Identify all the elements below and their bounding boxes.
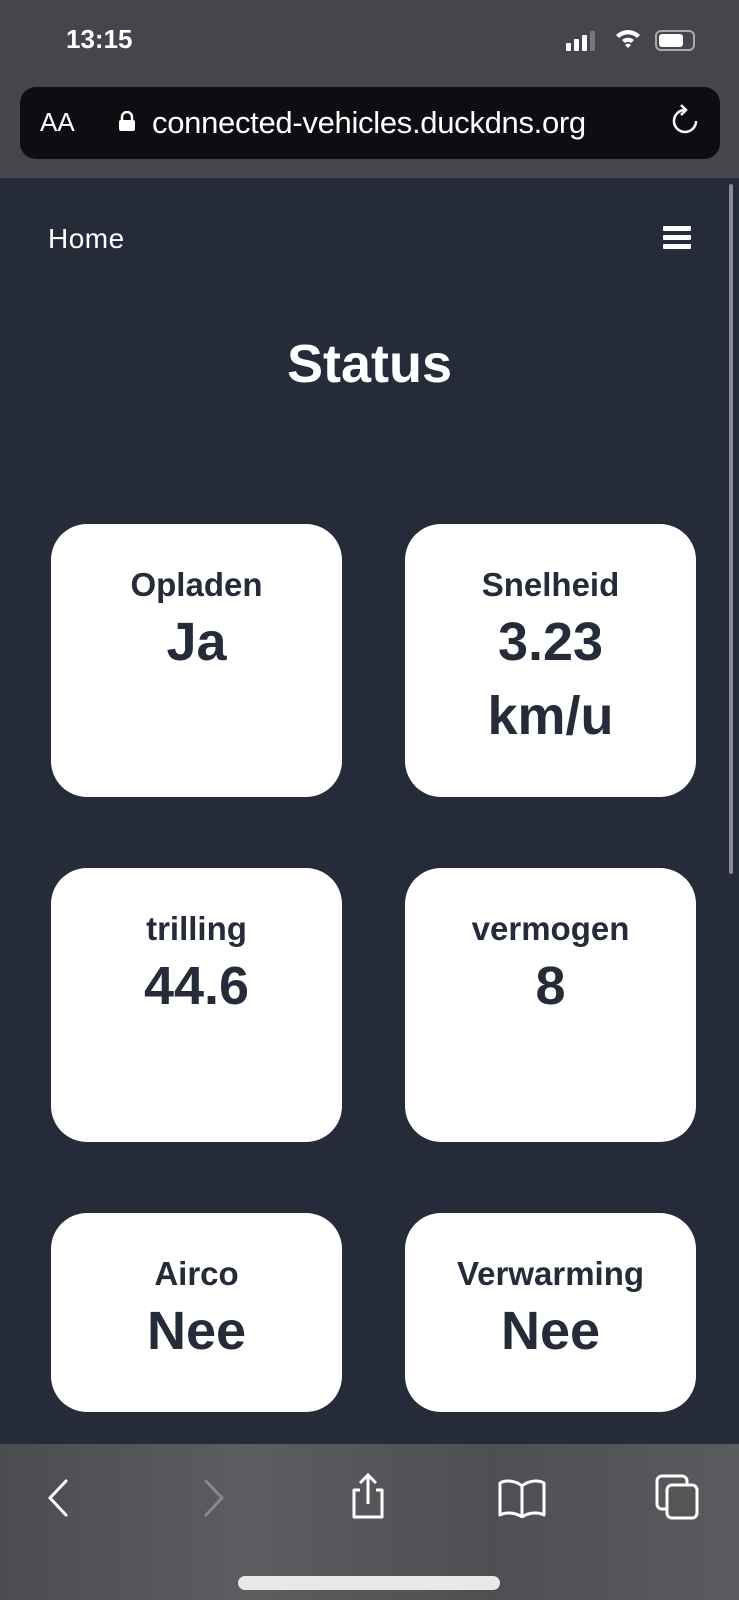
card-vermogen: vermogen 8 [405, 868, 696, 1142]
web-page: Home Status Opladen Ja Snelheid 3.23 km/… [0, 178, 739, 1444]
card-value: 44.6 [143, 956, 250, 1016]
ios-status-bar: 13:15 [0, 0, 739, 90]
card-verwarming: Verwarming Nee [405, 1213, 696, 1412]
clock: 13:15 [66, 24, 133, 54]
card-value: Ja [166, 612, 227, 672]
card-label: Airco [154, 1255, 239, 1292]
address-bar[interactable]: AA connected-vehicles.duckdns.org [20, 87, 720, 159]
tabs-icon[interactable] [655, 1474, 701, 1520]
card-label: Opladen [130, 566, 263, 603]
back-icon[interactable] [44, 1478, 72, 1518]
wifi-icon [615, 28, 641, 54]
scrollbar[interactable] [729, 184, 733, 874]
card-label: Verwarming [456, 1255, 645, 1292]
card-snelheid: Snelheid 3.23 km/u [405, 524, 696, 797]
card-airco: Airco Nee [51, 1213, 342, 1412]
forward-icon[interactable] [200, 1478, 228, 1518]
lock-icon [119, 111, 135, 131]
card-trilling: trilling 44.6 [51, 868, 342, 1142]
card-value: Nee [146, 1301, 247, 1361]
card-value: 8 [535, 956, 566, 1016]
reload-icon[interactable] [670, 103, 700, 145]
card-unit: km/u [487, 686, 614, 746]
cellular-signal-icon [566, 31, 595, 51]
card-value: Nee [500, 1301, 601, 1361]
home-link[interactable]: Home [48, 223, 125, 255]
battery-icon [655, 30, 695, 51]
card-label: vermogen [471, 910, 630, 947]
share-icon[interactable] [348, 1472, 388, 1520]
hamburger-menu-icon[interactable] [663, 226, 691, 253]
card-value: 3.23 [497, 612, 604, 672]
card-label: trilling [146, 910, 247, 947]
text-size-button[interactable]: AA [40, 107, 75, 138]
card-opladen: Opladen Ja [51, 524, 342, 797]
bookmarks-icon[interactable] [497, 1478, 547, 1518]
card-label: Snelheid [481, 566, 620, 603]
home-indicator[interactable] [238, 1576, 500, 1590]
text-size-label: AA [40, 107, 75, 137]
url-text: connected-vehicles.duckdns.org [152, 105, 586, 140]
page-title: Status [286, 334, 453, 394]
